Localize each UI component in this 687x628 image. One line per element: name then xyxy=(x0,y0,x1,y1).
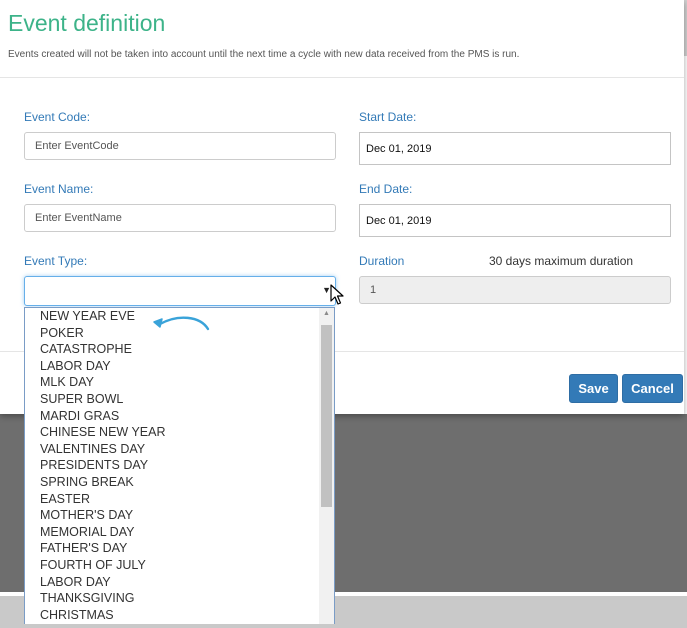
duration-note: 30 days maximum duration xyxy=(489,254,634,268)
end-date-input[interactable] xyxy=(359,204,671,237)
option-fathers-day[interactable]: FATHER'S DAY xyxy=(25,540,319,557)
mouse-cursor-icon xyxy=(330,284,344,305)
option-mardi-gras[interactable]: MARDI GRAS xyxy=(25,408,319,425)
duration-input[interactable] xyxy=(359,276,671,304)
event-name-label: Event Name: xyxy=(24,182,94,196)
scrollbar-thumb[interactable] xyxy=(321,325,332,507)
event-code-input[interactable] xyxy=(24,132,336,160)
event-name-input[interactable] xyxy=(24,204,336,232)
duration-label: Duration xyxy=(359,254,405,268)
option-christmas[interactable]: CHRISTMAS xyxy=(25,607,319,624)
end-date-label: End Date: xyxy=(359,182,413,196)
option-valentines-day[interactable]: VALENTINES DAY xyxy=(25,441,319,458)
event-type-select[interactable]: ▼ xyxy=(24,276,336,306)
option-presidents-day[interactable]: PRESIDENTS DAY xyxy=(25,457,319,474)
save-button[interactable]: Save xyxy=(569,374,618,403)
option-catastrophe[interactable]: CATASTROPHE xyxy=(25,341,319,358)
dropdown-scrollbar[interactable]: ▲ xyxy=(319,308,334,624)
option-mothers-day[interactable]: MOTHER'S DAY xyxy=(25,507,319,524)
event-type-dropdown[interactable]: NEW YEAR EVE POKER CATASTROPHE LABOR DAY… xyxy=(24,307,335,624)
modal-title: Event definition xyxy=(8,10,166,36)
option-fourth-of-july[interactable]: FOURTH OF JULY xyxy=(25,557,319,574)
option-super-bowl[interactable]: SUPER BOWL xyxy=(25,391,319,408)
scroll-up-arrow-icon[interactable]: ▲ xyxy=(319,310,334,322)
modal-subtitle: Events created will not be taken into ac… xyxy=(8,49,520,60)
event-type-options: NEW YEAR EVE POKER CATASTROPHE LABOR DAY… xyxy=(25,308,319,623)
start-date-input[interactable] xyxy=(359,132,671,165)
header-divider xyxy=(0,77,684,78)
option-thanksgiving[interactable]: THANKSGIVING xyxy=(25,590,319,607)
start-date-label: Start Date: xyxy=(359,110,417,124)
option-labor-day-2[interactable]: LABOR DAY xyxy=(25,574,319,591)
cancel-button[interactable]: Cancel xyxy=(622,374,683,403)
option-chinese-new-year[interactable]: CHINESE NEW YEAR xyxy=(25,424,319,441)
option-spring-break[interactable]: SPRING BREAK xyxy=(25,474,319,491)
curved-arrow-icon xyxy=(153,316,210,331)
event-code-label: Event Code: xyxy=(24,110,91,124)
option-easter[interactable]: EASTER xyxy=(25,491,319,508)
event-type-label: Event Type: xyxy=(24,254,88,268)
option-mlk-day[interactable]: MLK DAY xyxy=(25,374,319,391)
option-memorial-day[interactable]: MEMORIAL DAY xyxy=(25,524,319,541)
option-labor-day[interactable]: LABOR DAY xyxy=(25,358,319,375)
